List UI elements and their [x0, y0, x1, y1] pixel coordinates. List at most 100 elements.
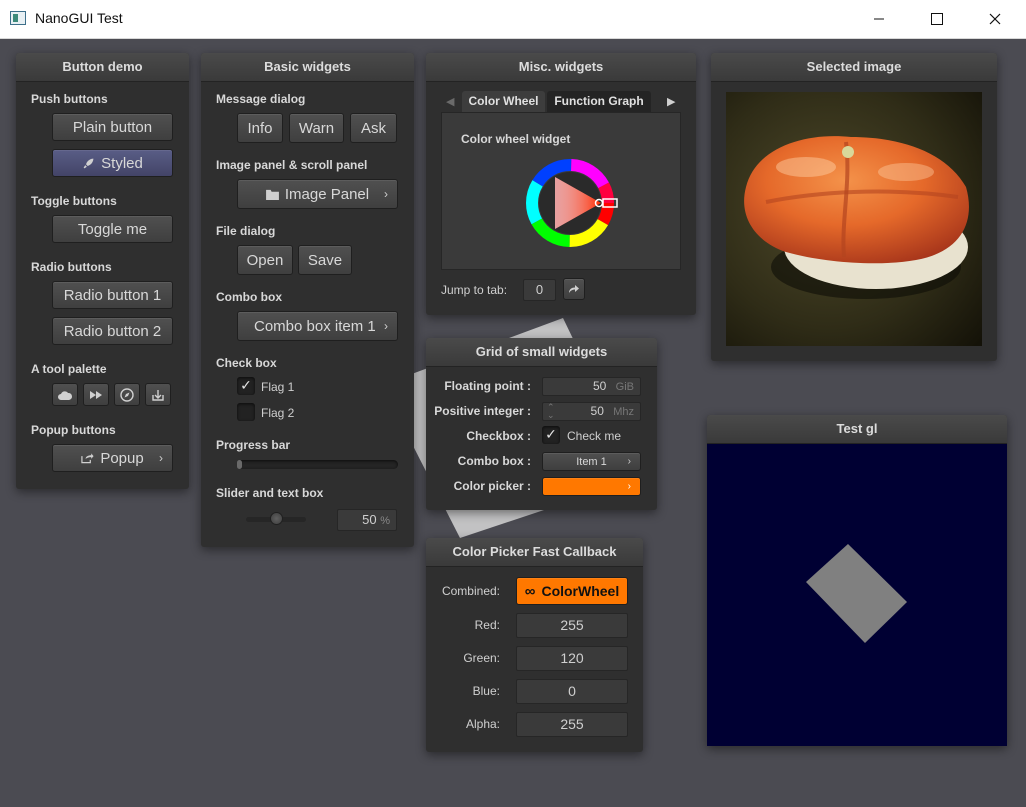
positive-integer-unit: Mhz: [613, 406, 634, 418]
check-box-label: Check box: [216, 356, 277, 370]
toggle-button[interactable]: Toggle me: [52, 215, 173, 243]
tool-compass-button[interactable]: [114, 383, 140, 406]
radio-button-1-label: Radio button 1: [63, 286, 162, 304]
red-input[interactable]: 255: [516, 613, 628, 638]
styled-button-label: Styled: [101, 154, 143, 172]
color-picker-button[interactable]: ›: [542, 477, 641, 496]
image-panel-label: Image panel & scroll panel: [216, 158, 368, 172]
warn-button[interactable]: Warn: [289, 113, 344, 143]
chevron-right-icon: ›: [627, 481, 631, 492]
tab-scroll-right-icon[interactable]: ▶: [667, 95, 675, 108]
flag2-label: Flag 2: [261, 406, 295, 420]
selected-image-window: Selected image: [711, 53, 997, 361]
sushi-photo: [726, 92, 982, 346]
alpha-input[interactable]: 255: [516, 712, 628, 737]
blue-input[interactable]: 0: [516, 679, 628, 704]
tool-fast-forward-button[interactable]: [83, 383, 109, 406]
radio-button-2-label: Radio button 2: [63, 322, 162, 340]
slider-track[interactable]: [246, 512, 306, 525]
positive-integer-label: Positive integer :: [434, 404, 531, 418]
jump-to-tab-input[interactable]: 0: [523, 279, 556, 301]
jump-to-tab-button[interactable]: [563, 278, 585, 300]
misc-widgets-title[interactable]: Misc. widgets: [426, 53, 696, 82]
grid-widgets-title[interactable]: Grid of small widgets: [426, 338, 657, 367]
maximize-icon: [931, 13, 943, 25]
tool-cloud-button[interactable]: [52, 383, 78, 406]
alpha-label: Alpha:: [465, 717, 500, 731]
tool-install-button[interactable]: [145, 383, 171, 406]
fast-picker-title[interactable]: Color Picker Fast Callback: [426, 538, 643, 567]
floating-point-input[interactable]: 50 GiB: [542, 377, 641, 396]
fast-forward-icon: [90, 390, 102, 399]
combo-box[interactable]: Combo box item 1 ›: [237, 311, 398, 341]
push-buttons-label: Push buttons: [31, 92, 108, 106]
window-titlebar: NanoGUI Test: [0, 0, 1026, 39]
flag1-label: Flag 1: [261, 380, 295, 394]
grid-widgets-window: Grid of small widgets Floating point : 5…: [426, 338, 657, 510]
test-gl-title[interactable]: Test gl: [707, 415, 1007, 444]
tab-color-wheel[interactable]: Color Wheel: [462, 91, 545, 112]
check-me-label: Check me: [567, 429, 622, 443]
maximize-button[interactable]: [908, 0, 966, 38]
grid-combo-box[interactable]: Item 1 ›: [542, 452, 641, 471]
tab-content-panel: Color wheel widget: [441, 112, 681, 270]
radio-button-2[interactable]: Radio button 2: [52, 317, 173, 345]
folder-icon: [265, 189, 279, 200]
chevron-right-icon: ›: [384, 319, 388, 333]
slider-label: Slider and text box: [216, 486, 324, 500]
green-input[interactable]: 120: [516, 646, 628, 671]
minimize-icon: [874, 18, 884, 20]
basic-widgets-title[interactable]: Basic widgets: [201, 53, 414, 82]
info-button[interactable]: Info: [237, 113, 283, 143]
positive-integer-input[interactable]: ⌃ ⌄ 50 Mhz: [542, 402, 641, 421]
color-picker-label: Color picker :: [453, 479, 531, 493]
image-panel-button[interactable]: Image Panel ›: [237, 179, 398, 209]
styled-button[interactable]: Styled: [52, 149, 173, 177]
test-gl-window: Test gl: [707, 415, 1007, 746]
save-button[interactable]: Save: [298, 245, 352, 275]
green-label: Green:: [463, 651, 500, 665]
floating-point-unit: GiB: [615, 381, 634, 393]
flag2-checkbox[interactable]: [237, 403, 255, 421]
color-wheel[interactable]: [526, 158, 626, 248]
tab-header: ◀ Color Wheel Function Graph ▶: [441, 91, 681, 112]
button-demo-title[interactable]: Button demo: [16, 53, 189, 82]
checkmark-icon: ✓: [545, 427, 557, 443]
combo-box-row-label: Combo box :: [457, 454, 531, 468]
radio-button-1[interactable]: Radio button 1: [52, 281, 173, 309]
progress-bar-fill: [237, 460, 242, 469]
toggle-buttons-label: Toggle buttons: [31, 194, 117, 208]
positive-integer-value: 50: [590, 404, 604, 418]
message-dialog-label: Message dialog: [216, 92, 306, 106]
grid-combo-value: Item 1: [576, 455, 607, 468]
rocket-icon: [83, 158, 94, 168]
color-wheel-label: Color wheel widget: [461, 132, 571, 146]
flag1-checkbox[interactable]: ✓: [237, 377, 255, 395]
gl-canvas[interactable]: [707, 444, 1007, 746]
chevron-right-icon: ›: [159, 451, 163, 465]
spin-arrows-icon[interactable]: ⌃ ⌄: [547, 403, 555, 420]
tab-function-graph[interactable]: Function Graph: [547, 91, 651, 112]
slider-textbox[interactable]: 50 %: [337, 509, 397, 531]
combined-color-button[interactable]: ∞ ColorWheel: [516, 577, 628, 605]
slider-knob[interactable]: [270, 512, 283, 525]
blue-label: Blue:: [472, 684, 500, 698]
tab-scroll-left-icon[interactable]: ◀: [446, 95, 454, 108]
radio-buttons-label: Radio buttons: [31, 260, 112, 274]
open-button[interactable]: Open: [237, 245, 293, 275]
open-button-label: Open: [246, 251, 284, 269]
infinity-icon: ∞: [524, 582, 536, 600]
install-icon: [152, 389, 164, 401]
selected-image-title[interactable]: Selected image: [711, 53, 997, 82]
minimize-button[interactable]: [850, 0, 908, 38]
check-me-checkbox[interactable]: ✓: [542, 426, 560, 444]
popup-button[interactable]: Popup ›: [52, 444, 173, 472]
floating-point-value: 50: [592, 379, 607, 393]
app-icon: [10, 11, 26, 25]
close-button[interactable]: [966, 0, 1024, 38]
plain-button[interactable]: Plain button: [52, 113, 173, 141]
misc-widgets-window: Misc. widgets ◀ Color Wheel Function Gra…: [426, 53, 696, 315]
chevron-right-icon: ›: [627, 456, 631, 467]
checkmark-icon: ✓: [240, 378, 252, 394]
ask-button[interactable]: Ask: [350, 113, 397, 143]
